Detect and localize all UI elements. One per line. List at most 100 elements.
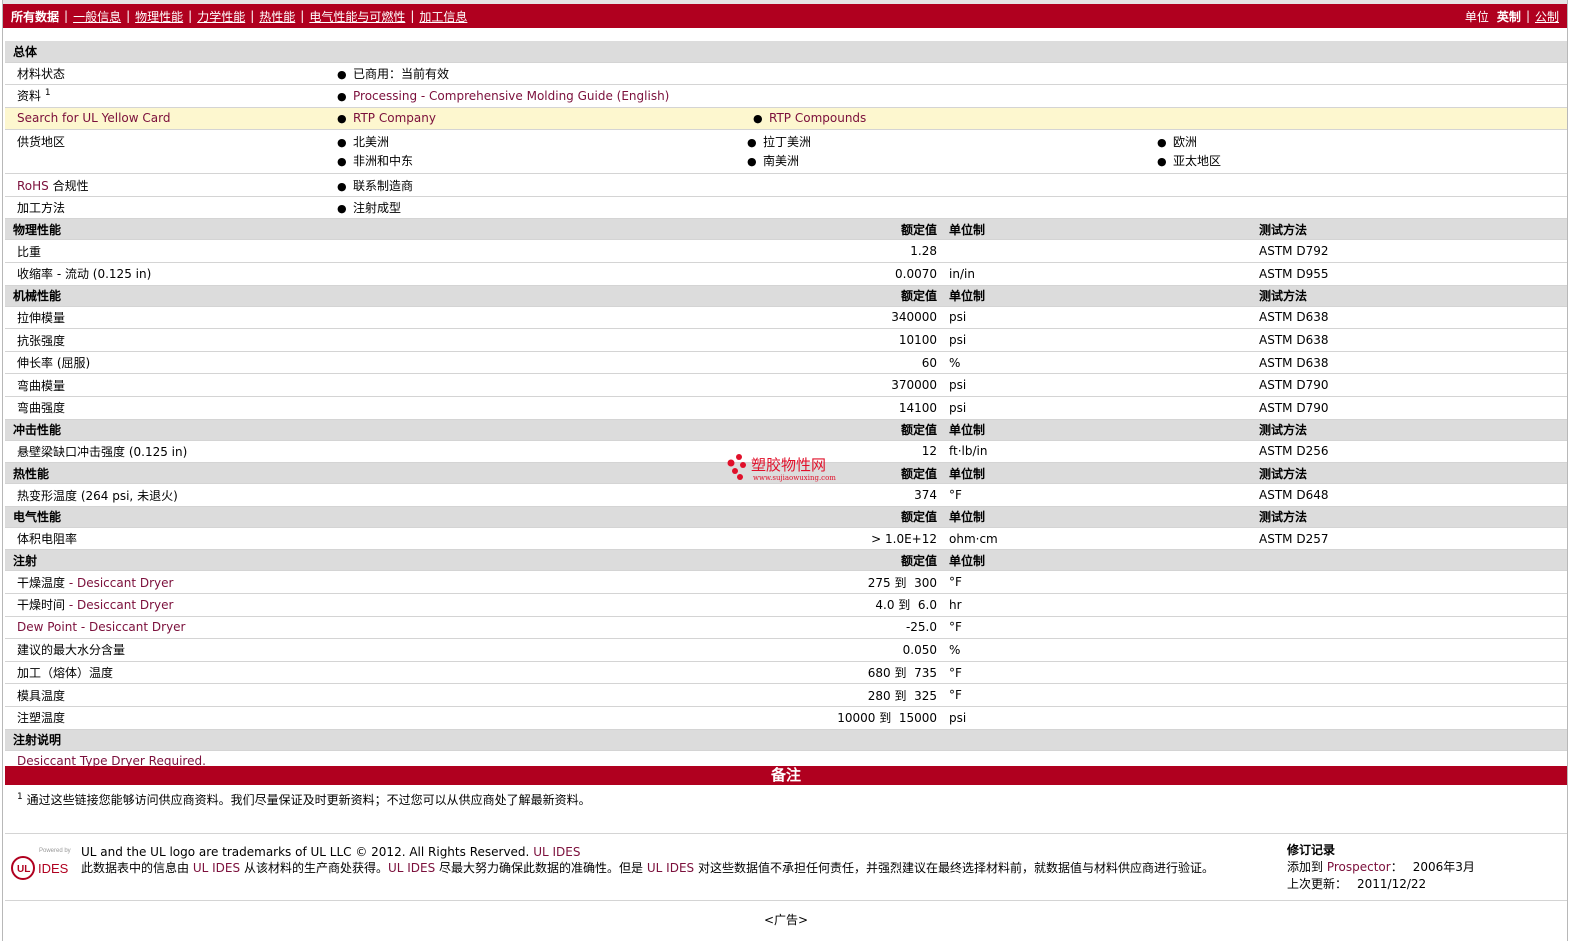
bullet-icon: ● — [337, 135, 347, 149]
property-label: 模具温度 — [17, 688, 66, 703]
section-header: 物理性能 额定值 单位制 测试方法 — [5, 218, 1568, 241]
ul-ides-link[interactable]: UL IDES — [193, 861, 240, 875]
property-row: 弯曲模量 370000 psi ASTM D790 — [5, 373, 1568, 398]
header-unit: 单位制 — [943, 549, 1253, 572]
prospector-link[interactable]: Prospector — [1327, 860, 1391, 874]
property-label-cell: 弯曲强度 — [5, 396, 325, 420]
region-item: 南美洲 — [763, 153, 800, 168]
bullet-icon: ● — [1157, 135, 1167, 149]
top-nav: 所有数据 | 一般信息 | 物理性能 | 力学性能 | 热性能 | 电气性能与可燃性 | 加… — [3, 4, 1567, 28]
revision-history: 修订记录 添加到 Prospector： 2006年3月 上次更新： 2011/12… — [1287, 842, 1475, 893]
property-value: 0.0070 — [325, 262, 943, 286]
units-label: 单位 — [1464, 9, 1489, 24]
molding-guide-link[interactable]: Processing - Comprehensive Molding Guide… — [353, 89, 669, 103]
property-condition: - Desiccant Dryer — [65, 575, 174, 590]
ad-label[interactable]: <广告> — [3, 911, 1569, 928]
notes-title: 备注 — [5, 766, 1567, 785]
nav-general[interactable]: 一般信息 — [73, 8, 121, 25]
row-label: 合规性 — [52, 178, 89, 193]
rtp-company-link[interactable]: RTP Company — [353, 111, 436, 125]
section-header: 电气性能 额定值 单位制 测试方法 — [5, 506, 1568, 528]
units-metric-link[interactable]: 公制 — [1535, 8, 1559, 25]
rtp-compounds-link[interactable]: RTP Compounds — [769, 111, 866, 125]
header-value: 额定值 — [325, 549, 943, 572]
property-label: 加工（熔体）温度 — [17, 666, 114, 681]
property-label-cell: 比重 — [5, 239, 325, 264]
header-unit: 单位制 — [943, 506, 1253, 528]
property-unit: °F — [943, 661, 1253, 685]
property-label: 注塑温度 — [17, 711, 66, 726]
row-regions: 供货地区 ● 北美洲 ● 非洲和中东 ● 拉丁美洲 ● 南美洲 ● 欧洲 ● 亚… — [5, 129, 1568, 175]
test-method — [1253, 706, 1568, 730]
section-header: 热性能 额定值 单位制 测试方法 — [5, 462, 1568, 485]
nav-all-data[interactable]: 所有数据 — [11, 8, 59, 25]
test-method: ASTM D648 — [1253, 483, 1568, 507]
ul-ides-link[interactable]: UL IDES — [388, 861, 435, 875]
property-label-cell: 抗张强度 — [5, 328, 325, 352]
property-unit: ft·lb/in — [943, 440, 1253, 464]
section-title: 热性能 — [5, 462, 325, 485]
header-unit: 单位制 — [943, 419, 1253, 441]
rohs-link[interactable]: RoHS — [17, 179, 49, 193]
section-header: 注射 额定值 单位制 — [5, 549, 1568, 572]
property-unit: psi — [943, 328, 1253, 352]
ul-ides-logo: Powered by UL IDES — [11, 848, 71, 880]
ul-ides-link[interactable]: UL IDES — [533, 845, 580, 859]
copyright-text: UL and the UL logo are trademarks of UL … — [81, 845, 530, 859]
property-row: 抗张强度 10100 psi ASTM D638 — [5, 328, 1568, 352]
bullet-icon: ● — [337, 89, 347, 103]
property-label: 收缩率 — [17, 267, 54, 282]
bullet-icon: ● — [337, 112, 347, 126]
disclaimer-text: 尽最大努力确保此数据的准确性。但是 — [439, 861, 644, 875]
property-condition: - 流动 (0.125 in) — [53, 267, 152, 282]
property-label: 热变形温度 — [17, 488, 78, 503]
row-process-method: 加工方法 ● 注射成型 — [5, 196, 1568, 220]
property-value: 0.050 — [325, 638, 943, 662]
property-label: 弯曲强度 — [17, 401, 66, 416]
region-item: 非洲和中东 — [353, 153, 414, 168]
section-general: 总体 — [5, 41, 1568, 63]
nav-processing[interactable]: 加工信息 — [419, 8, 467, 25]
property-row: 悬壁梁缺口冲击强度 (0.125 in) 12 ft·lb/in ASTM D256 — [5, 440, 1568, 464]
test-method: ASTM D792 — [1253, 239, 1568, 264]
units-imperial: 英制 — [1496, 9, 1521, 24]
yellow-card-link[interactable]: Search for UL Yellow Card — [5, 107, 325, 131]
test-method — [1253, 570, 1568, 594]
property-value: 10100 — [325, 328, 943, 352]
property-row: 注塑温度 10000 到 15000 psi — [5, 706, 1568, 730]
section-header: 机械性能 额定值 单位制 测试方法 — [5, 285, 1568, 307]
property-row: 弯曲强度 14100 psi ASTM D790 — [5, 396, 1568, 420]
property-label: 伸长率 — [17, 356, 54, 371]
bullet-icon: ● — [337, 202, 347, 216]
section-title: 注射说明 — [5, 729, 1568, 751]
property-label-cell: 加工（熔体）温度 — [5, 661, 325, 685]
header-value: 额定值 — [325, 419, 943, 441]
ul-ides-link[interactable]: UL IDES — [647, 861, 694, 875]
property-value: 4.0 到 6.0 — [325, 593, 943, 617]
nav-electrical[interactable]: 电气性能与可燃性 — [309, 8, 405, 25]
bullet-icon: ● — [753, 112, 763, 126]
test-method — [1253, 638, 1568, 662]
property-label: 干燥温度 — [17, 575, 66, 590]
footnote-number: 1 — [17, 792, 23, 802]
footer: Powered by UL IDES UL and the UL logo ar… — [5, 833, 1567, 901]
property-label-cell: 悬壁梁缺口冲击强度 (0.125 in) — [5, 440, 325, 464]
nav-mechanical[interactable]: 力学性能 — [197, 8, 245, 25]
logo-ides-text: IDES — [38, 861, 69, 876]
property-value: 10000 到 15000 — [325, 706, 943, 730]
nav-physical[interactable]: 物理性能 — [135, 8, 183, 25]
test-method: ASTM D256 — [1253, 440, 1568, 464]
property-label-cell: 建议的最大水分含量 — [5, 638, 325, 662]
property-value: 1.28 — [325, 239, 943, 264]
nav-thermal[interactable]: 热性能 — [259, 8, 295, 25]
property-value: 12 — [325, 440, 943, 464]
property-label-cell: 伸长率 (屈服) — [5, 351, 325, 375]
property-label: 比重 — [17, 244, 42, 259]
property-row: Dew Point - Desiccant Dryer -25.0 °F — [5, 616, 1568, 640]
header-value: 额定值 — [325, 285, 943, 307]
section-header: 冲击性能 额定值 单位制 测试方法 — [5, 419, 1568, 441]
header-unit: 单位制 — [943, 462, 1253, 485]
test-method: ASTM D638 — [1253, 306, 1568, 330]
section-title: 总体 — [5, 41, 1568, 63]
property-label-cell: 模具温度 — [5, 683, 325, 707]
